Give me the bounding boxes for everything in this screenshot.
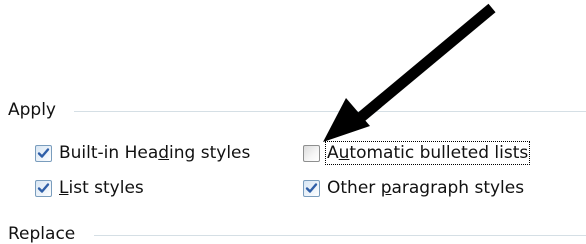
arrow-annotation-icon <box>323 3 496 142</box>
